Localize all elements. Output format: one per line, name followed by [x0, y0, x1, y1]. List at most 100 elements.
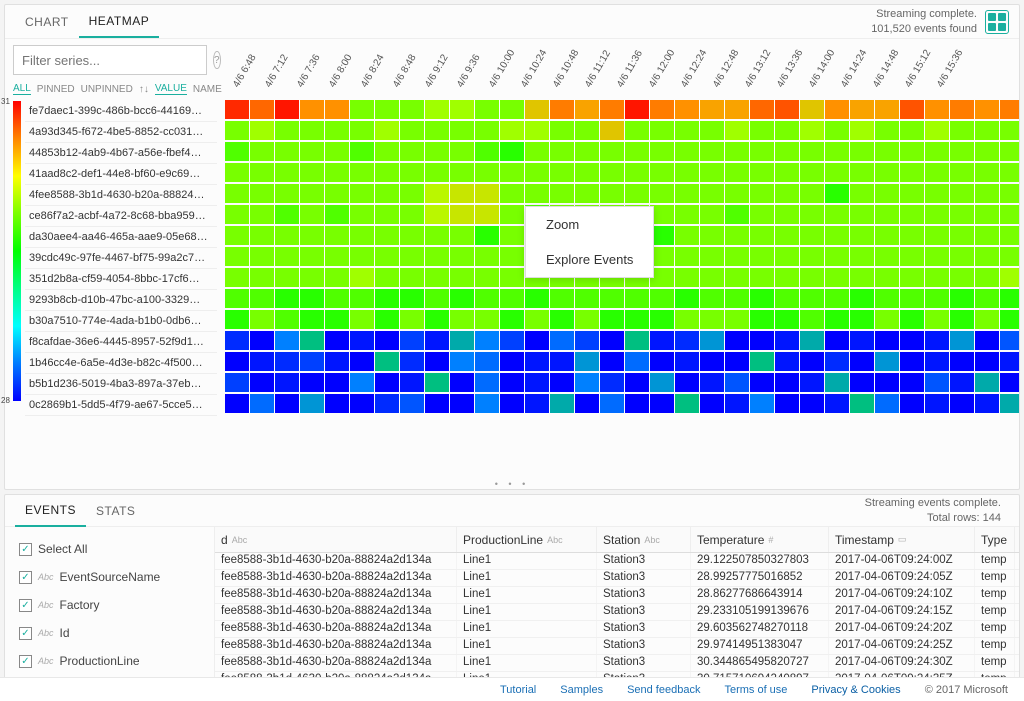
heatmap-cell[interactable] — [750, 121, 774, 140]
series-item[interactable]: f8cafdae-36e6-4445-8957-52f9d1… — [25, 332, 217, 353]
heatmap-cell[interactable] — [750, 310, 774, 329]
heatmap-cell[interactable] — [950, 142, 974, 161]
heatmap-cell[interactable] — [375, 373, 399, 392]
heatmap-cell[interactable] — [750, 331, 774, 350]
heatmap-cell[interactable] — [900, 310, 924, 329]
heatmap-cell[interactable] — [975, 163, 999, 182]
heatmap-cell[interactable] — [450, 373, 474, 392]
heatmap-cell[interactable] — [800, 205, 824, 224]
heatmap-cell[interactable] — [800, 289, 824, 308]
heatmap-cell[interactable] — [675, 394, 699, 413]
heatmap-cell[interactable] — [400, 163, 424, 182]
heatmap-cell[interactable] — [925, 373, 949, 392]
heatmap-cell[interactable] — [450, 310, 474, 329]
filter-series-input[interactable] — [13, 45, 207, 75]
heatmap-cell[interactable] — [625, 331, 649, 350]
heatmap-cell[interactable] — [350, 226, 374, 245]
heatmap-cell[interactable] — [400, 205, 424, 224]
heatmap-cell[interactable] — [500, 100, 524, 119]
series-item[interactable]: 39cdc49c-97fe-4467-bf75-99a2c7… — [25, 248, 217, 269]
heatmap-cell[interactable] — [850, 100, 874, 119]
heatmap-cell[interactable] — [750, 268, 774, 287]
heatmap-cell[interactable] — [825, 394, 849, 413]
heatmap-cell[interactable] — [825, 289, 849, 308]
heatmap-cell[interactable] — [850, 394, 874, 413]
heatmap-cell[interactable] — [425, 226, 449, 245]
heatmap-cell[interactable] — [275, 289, 299, 308]
heatmap-cell[interactable] — [700, 289, 724, 308]
heatmap-cell[interactable] — [1000, 394, 1019, 413]
heatmap-cell[interactable] — [250, 247, 274, 266]
heatmap-cell[interactable] — [575, 289, 599, 308]
heatmap-cell[interactable] — [775, 352, 799, 371]
sort-icon[interactable]: ↑↓ — [139, 84, 149, 95]
heatmap-cell[interactable] — [625, 184, 649, 203]
heatmap-cell[interactable] — [700, 352, 724, 371]
heatmap-cell[interactable] — [525, 331, 549, 350]
heatmap-cell[interactable] — [1000, 205, 1019, 224]
heatmap-cell[interactable] — [725, 163, 749, 182]
heatmap-cell[interactable] — [250, 100, 274, 119]
series-item[interactable]: 41aad8c2-def1-44e8-bf60-e9c69… — [25, 164, 217, 185]
heatmap-cell[interactable] — [875, 205, 899, 224]
resize-handle[interactable]: • • • — [5, 479, 1019, 489]
footer-samples[interactable]: Samples — [560, 684, 603, 696]
heatmap-cell[interactable] — [950, 163, 974, 182]
heatmap-cell[interactable] — [875, 352, 899, 371]
heatmap-cell[interactable] — [850, 142, 874, 161]
heatmap-cell[interactable] — [800, 184, 824, 203]
heatmap-cell[interactable] — [875, 226, 899, 245]
heatmap-cell[interactable] — [475, 394, 499, 413]
heatmap-cell[interactable] — [750, 100, 774, 119]
heatmap-cell[interactable] — [700, 373, 724, 392]
series-item[interactable]: fe7daec1-399c-486b-bcc6-44169… — [25, 101, 217, 122]
heatmap-cell[interactable] — [800, 142, 824, 161]
heatmap-cell[interactable] — [875, 373, 899, 392]
table-row[interactable]: fee8588-3b1d-4630-b20a-88824a2d134aLine1… — [215, 638, 1019, 655]
heatmap-cell[interactable] — [600, 394, 624, 413]
heatmap-cell[interactable] — [750, 142, 774, 161]
series-item[interactable]: da30aee4-aa46-465a-aae9-05e68… — [25, 227, 217, 248]
heatmap-cell[interactable] — [400, 394, 424, 413]
heatmap-cell[interactable] — [225, 289, 249, 308]
heatmap-cell[interactable] — [500, 184, 524, 203]
heatmap-cell[interactable] — [525, 310, 549, 329]
heatmap-cell[interactable] — [900, 373, 924, 392]
heatmap-cell[interactable] — [275, 352, 299, 371]
heatmap-cell[interactable] — [925, 121, 949, 140]
heatmap-cell[interactable] — [425, 247, 449, 266]
heatmap-cell[interactable] — [1000, 163, 1019, 182]
heatmap-cell[interactable] — [475, 205, 499, 224]
heatmap-cell[interactable] — [850, 205, 874, 224]
heatmap-cell[interactable] — [650, 352, 674, 371]
heatmap-cell[interactable] — [775, 205, 799, 224]
heatmap-cell[interactable] — [475, 352, 499, 371]
heatmap-cell[interactable] — [925, 310, 949, 329]
heatmap-cell[interactable] — [950, 184, 974, 203]
heatmap-cell[interactable] — [575, 373, 599, 392]
heatmap-cell[interactable] — [500, 226, 524, 245]
heatmap-cell[interactable] — [975, 310, 999, 329]
series-item[interactable]: 351d2b8a-cf59-4054-8bbc-17cf6… — [25, 269, 217, 290]
heatmap-cell[interactable] — [850, 184, 874, 203]
heatmap-cell[interactable] — [525, 352, 549, 371]
heatmap-cell[interactable] — [825, 373, 849, 392]
heatmap-cell[interactable] — [900, 205, 924, 224]
heatmap-cell[interactable] — [325, 205, 349, 224]
heatmap-cell[interactable] — [875, 310, 899, 329]
heatmap-cell[interactable] — [725, 310, 749, 329]
heatmap-cell[interactable] — [925, 394, 949, 413]
heatmap-cell[interactable] — [850, 226, 874, 245]
heatmap-cell[interactable] — [575, 331, 599, 350]
heatmap-cell[interactable] — [925, 268, 949, 287]
heatmap-cell[interactable] — [575, 184, 599, 203]
heatmap-cell[interactable] — [700, 226, 724, 245]
heatmap-cell[interactable] — [775, 331, 799, 350]
heatmap-cell[interactable] — [425, 310, 449, 329]
heatmap-cell[interactable] — [375, 205, 399, 224]
heatmap-cell[interactable] — [325, 247, 349, 266]
heatmap-cell[interactable] — [475, 373, 499, 392]
heatmap-cell[interactable] — [325, 100, 349, 119]
heatmap-cell[interactable] — [575, 142, 599, 161]
heatmap-cell[interactable] — [775, 394, 799, 413]
